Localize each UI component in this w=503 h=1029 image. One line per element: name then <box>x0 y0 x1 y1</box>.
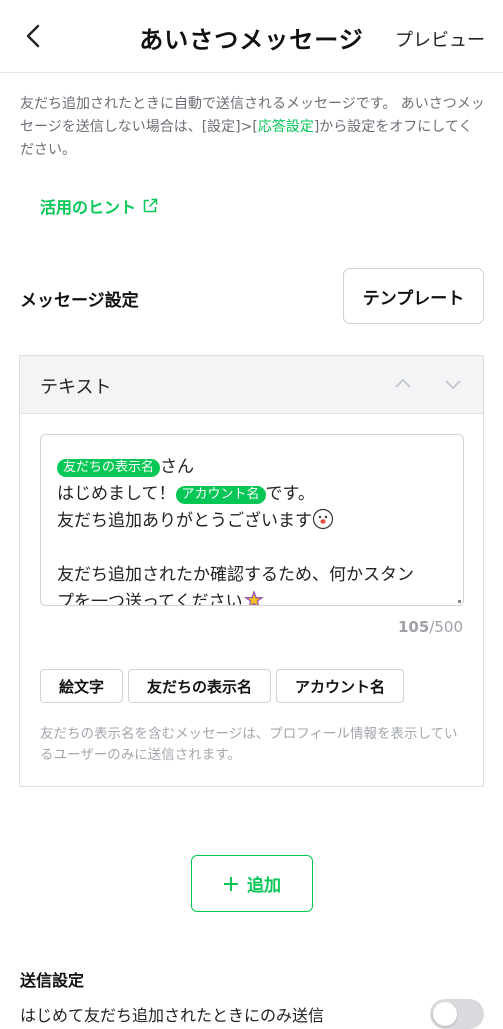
account-name-button[interactable]: アカウント名 <box>276 669 405 703</box>
message-text: 友だち追加ありがとうございます <box>57 511 312 531</box>
page-description: 友だち追加されたときに自動で送信されるメッセージです。 あいさつメッセージを送信… <box>20 93 485 162</box>
brown-emoji-icon <box>312 508 334 530</box>
emoji-button[interactable]: 絵文字 <box>40 669 124 703</box>
friend-name-note: 友だちの表示名を含むメッセージは、プロフィール情報を表示しているユーザーのみに送… <box>40 726 458 763</box>
add-button-label: 追加 <box>247 876 281 896</box>
response-settings-link[interactable]: 応答設定 <box>258 119 314 135</box>
message-line-2: はじめまして！ アカウント名 です。 <box>57 481 448 508</box>
message-content: 友だちの表示名 さん はじめまして！ アカウント名 です。 友だち追加ありがとうござい… <box>41 435 463 606</box>
message-card: テキスト 友だちの表示名 さん はじめまして！ アカウント名 です。 友だち追加ありが… <box>19 355 484 787</box>
message-type-label: テキスト <box>40 377 112 398</box>
counter-max: /500 <box>429 618 463 636</box>
message-text: です。 <box>265 484 315 504</box>
message-settings-label: メッセージ設定 <box>20 291 139 311</box>
message-text: プを一つ送ってください <box>57 592 243 606</box>
tips-link[interactable]: 活用のヒント <box>40 194 158 218</box>
counter-current: 105 <box>398 618 430 636</box>
chevron-down-icon[interactable] <box>443 374 463 394</box>
account-name-tag: アカウント名 <box>175 486 266 504</box>
message-line-3: 友だち追加ありがとうございます <box>57 508 448 535</box>
send-settings-title: 送信設定 <box>20 971 85 990</box>
message-textarea[interactable]: 友だちの表示名 さん はじめまして！ アカウント名 です。 友だち追加ありがとうござい… <box>40 434 464 606</box>
template-button[interactable]: テンプレート <box>343 268 484 324</box>
insert-chips: 絵文字 友だちの表示名 アカウント名 <box>40 669 405 703</box>
top-bar: あいさつメッセージ プレビュー <box>0 0 503 73</box>
preview-button[interactable]: プレビュー <box>395 26 485 52</box>
resize-handle[interactable] <box>458 600 461 603</box>
friend-name-button[interactable]: 友だちの表示名 <box>128 669 272 703</box>
first-time-only-label: はじめて友だち追加されたときにのみ送信 <box>20 1006 325 1025</box>
first-time-only-toggle[interactable] <box>430 999 484 1029</box>
tips-link-label: 活用のヒント <box>40 198 137 217</box>
add-button[interactable]: 追加 <box>191 855 313 912</box>
plus-icon <box>224 876 238 891</box>
message-text: はじめまして！ <box>57 484 176 504</box>
message-line-5: プを一つ送ってください <box>57 589 448 606</box>
message-card-header[interactable]: テキスト <box>20 356 483 414</box>
friend-name-tag: 友だちの表示名 <box>57 459 161 477</box>
external-link-icon <box>143 198 158 213</box>
character-counter: 105/500 <box>398 618 463 636</box>
chevron-up-icon[interactable] <box>393 374 413 394</box>
message-line-4: 友だち追加されたか確認するため、何かスタン <box>57 565 414 585</box>
message-line-1: 友だちの表示名 さん <box>57 454 448 481</box>
toggle-knob <box>433 1002 457 1026</box>
message-text: さん <box>160 457 195 477</box>
star-emoji-icon <box>243 590 264 605</box>
